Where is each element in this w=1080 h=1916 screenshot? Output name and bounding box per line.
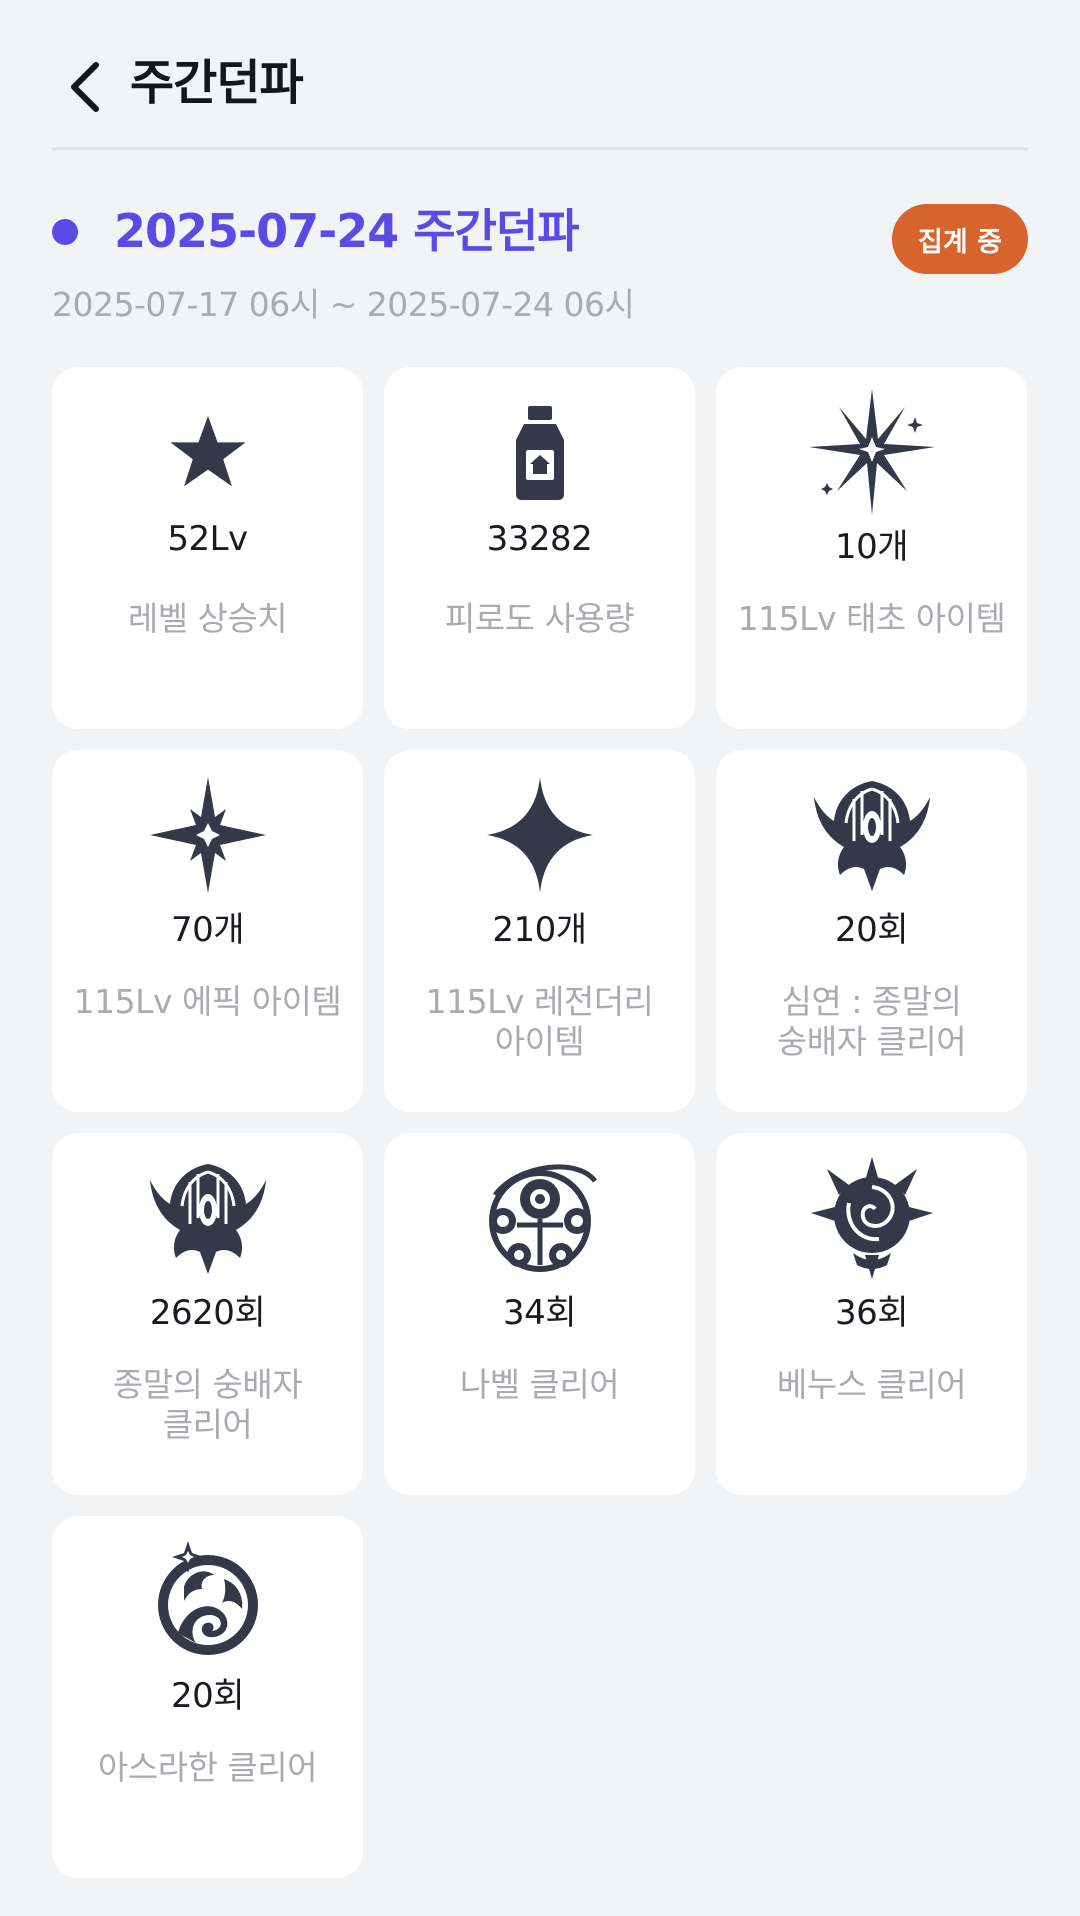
stat-card-level-up[interactable]: 52Lv 레벨 상승치 — [52, 367, 363, 729]
top-app-bar: 주간던파 — [52, 40, 1028, 150]
section-bullet-dot — [52, 219, 78, 245]
stat-card-abyss-cultist[interactable]: 20회 심연 : 종말의 숭배자 클리어 — [716, 750, 1027, 1112]
stat-card-legendary-items[interactable]: 210개 115Lv 레전더리 아이템 — [384, 750, 695, 1112]
stat-label: 베누스 클리어 — [776, 1365, 967, 1404]
asrahan-dragon-icon — [143, 1536, 273, 1666]
page-title: 주간던파 — [130, 55, 304, 111]
stat-card-epic-items[interactable]: 70개 115Lv 에픽 아이템 — [52, 750, 363, 1112]
date-range: 2025-07-17 06시 ~ 2025-07-24 06시 — [52, 285, 635, 324]
stat-value: 2620회 — [149, 1293, 266, 1333]
stat-card-primeval-items[interactable]: 10개 115Lv 태초 아이템 — [716, 367, 1027, 729]
stat-value: 20회 — [834, 910, 909, 950]
back-button[interactable] — [56, 52, 116, 122]
burst-sparkle-icon — [807, 387, 937, 517]
stat-value: 210개 — [492, 910, 587, 950]
four-point-star-icon — [475, 770, 605, 900]
compass-sparkle-icon — [143, 770, 273, 900]
stat-label: 115Lv 레전더리 아이템 — [425, 982, 654, 1061]
stat-value: 20회 — [170, 1676, 245, 1716]
stat-label: 115Lv 태초 아이템 — [737, 599, 1006, 638]
stat-value: 33282 — [486, 519, 593, 559]
status-badge: 집계 중 — [892, 204, 1028, 274]
stat-card-nabel[interactable]: 34회 나벨 클리어 — [384, 1133, 695, 1495]
cultist-crest-icon — [143, 1153, 273, 1283]
stat-card-asrahan[interactable]: 20회 아스라한 클리어 — [52, 1516, 363, 1878]
stat-label: 피로도 사용량 — [444, 599, 635, 638]
abyss-crest-icon — [807, 770, 937, 900]
potion-bottle-icon — [475, 387, 605, 517]
venus-rose-icon — [807, 1153, 937, 1283]
stat-value: 36회 — [834, 1293, 909, 1333]
stat-label: 레벨 상승치 — [127, 599, 288, 638]
stat-value: 10개 — [834, 527, 909, 567]
stat-value: 70개 — [170, 910, 245, 950]
stat-label: 나벨 클리어 — [459, 1365, 620, 1404]
nabel-orb-icon — [475, 1153, 605, 1283]
chevron-left-icon — [71, 62, 99, 112]
stats-grid: 52Lv 레벨 상승치 33282 피로도 사용량 10개 115Lv 태초 아 — [52, 367, 1028, 1878]
stat-value: 52Lv — [167, 519, 248, 559]
stat-label: 아스라한 클리어 — [97, 1748, 318, 1787]
stat-label: 심연 : 종말의 숭배자 클리어 — [776, 982, 967, 1061]
stat-card-fatigue[interactable]: 33282 피로도 사용량 — [384, 367, 695, 729]
section-title: 2025-07-24 주간던파 — [114, 204, 580, 258]
stat-card-venus[interactable]: 36회 베누스 클리어 — [716, 1133, 1027, 1495]
stat-value: 34회 — [502, 1293, 577, 1333]
stat-label: 115Lv 에픽 아이템 — [73, 982, 342, 1021]
stat-label: 종말의 숭배자 클리어 — [112, 1365, 303, 1444]
week-section-header: 2025-07-24 주간던파 집계 중 2025-07-17 06시 ~ 20… — [52, 196, 1028, 326]
star-icon — [143, 387, 273, 517]
stat-card-cultist[interactable]: 2620회 종말의 숭배자 클리어 — [52, 1133, 363, 1495]
